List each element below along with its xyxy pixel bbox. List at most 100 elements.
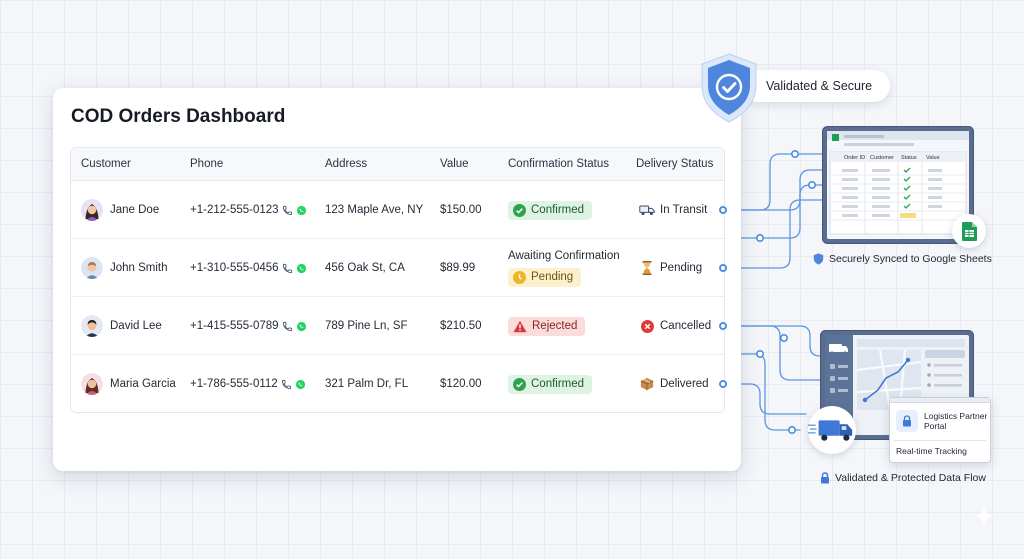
sheet-column-customer: Customer xyxy=(870,155,894,161)
delivery-truck-badge xyxy=(808,406,856,454)
customer-name: John Smith xyxy=(110,262,168,274)
check-circle-icon xyxy=(513,377,526,391)
google-sheets-logo xyxy=(952,214,986,248)
orders-dashboard-card: COD Orders Dashboard Customer Phone Addr… xyxy=(53,88,741,471)
phone-icon[interactable] xyxy=(282,263,293,274)
avatar xyxy=(81,373,103,395)
status-text: Rejected xyxy=(532,320,578,332)
column-header-value[interactable]: Value xyxy=(440,158,469,170)
status-badge[interactable]: Rejected xyxy=(508,316,586,336)
whatsapp-icon[interactable] xyxy=(296,205,307,216)
flow-connector-dot xyxy=(719,206,727,214)
delivery-status-text: Cancelled xyxy=(660,320,712,332)
delivery-cell: Delivered xyxy=(639,355,709,412)
value-cell: $120.00 xyxy=(440,378,482,390)
portal-title: Logistics Partner Portal xyxy=(924,411,988,431)
delivery-status-text: Pending xyxy=(660,262,703,274)
value-cell: $210.50 xyxy=(440,320,482,332)
sheet-column-status: Status xyxy=(901,155,917,161)
delivery-cell: Pending xyxy=(639,239,702,297)
customer-name: Maria Garcia xyxy=(110,378,176,390)
value-cell: $150.00 xyxy=(440,204,482,216)
package-icon xyxy=(639,377,655,391)
customer-name: Jane Doe xyxy=(110,204,160,216)
phone-cell: +1-415-555-0789 xyxy=(190,297,307,355)
delivery-status-text: Delivered xyxy=(660,378,709,390)
value-cell: $89.99 xyxy=(440,262,476,274)
status-badge[interactable]: Confirmed xyxy=(508,200,593,220)
sheet-column-order-id: Order ID xyxy=(844,155,866,161)
page-title: COD Orders Dashboard xyxy=(71,106,286,127)
flow-connector-dot xyxy=(719,380,727,388)
sheet-column-value: Value xyxy=(926,155,940,161)
check-circle-icon xyxy=(513,203,526,217)
sparkle-icon xyxy=(974,506,994,526)
table-row[interactable]: Maria Garcia +1-786-555-0112 321 Palm Dr… xyxy=(71,355,724,412)
status-text: Pending xyxy=(531,271,574,283)
lock-icon xyxy=(821,472,829,484)
customer-cell: Jane Doe xyxy=(81,181,159,239)
whatsapp-icon[interactable] xyxy=(296,263,307,274)
phone-number[interactable]: +1-415-555-0789 xyxy=(190,320,279,332)
phone-number[interactable]: +1-212-555-0123 xyxy=(190,204,279,216)
tracking-label[interactable]: Real-time Tracking xyxy=(896,446,967,456)
validated-secure-badge: Validated & Secure xyxy=(742,70,890,102)
phone-number[interactable]: +1-786-555-0112 xyxy=(190,378,278,390)
flow-connector-dot xyxy=(719,322,727,330)
table-header: Customer Phone Address Value Confirmatio… xyxy=(71,148,724,181)
status-badge[interactable]: Pending xyxy=(508,267,582,287)
x-circle-icon xyxy=(639,319,655,333)
customer-cell: Maria Garcia xyxy=(81,355,176,412)
phone-cell: +1-212-555-0123 xyxy=(190,181,307,239)
confirmation-note: Awaiting Confirmation xyxy=(508,249,620,262)
customer-name: David Lee xyxy=(110,320,162,332)
column-header-address[interactable]: Address xyxy=(325,158,367,170)
data-flow-caption: Validated & Protected Data Flow xyxy=(820,472,986,484)
orders-table: Customer Phone Address Value Confirmatio… xyxy=(70,147,725,413)
column-header-customer[interactable]: Customer xyxy=(81,158,131,170)
column-header-confirmation-status[interactable]: Confirmation Status xyxy=(508,158,609,170)
delivery-status-text: In Transit xyxy=(660,204,708,216)
phone-cell: +1-310-555-0456 xyxy=(190,239,307,297)
avatar xyxy=(81,257,103,279)
status-badge[interactable]: Confirmed xyxy=(508,374,593,394)
whatsapp-icon[interactable] xyxy=(295,379,306,390)
hourglass-icon xyxy=(639,261,655,275)
phone-cell: +1-786-555-0112 xyxy=(190,355,306,412)
shield-icon xyxy=(813,253,824,265)
confirmation-cell: Awaiting Confirmation Pending xyxy=(508,239,620,297)
table-row[interactable]: John Smith +1-310-555-0456 456 Oak St, C… xyxy=(71,239,724,297)
confirmation-cell: Confirmed xyxy=(508,181,593,239)
google-sheets-icon xyxy=(961,221,977,241)
delivery-cell: In Transit xyxy=(639,181,707,239)
flow-connector-dot xyxy=(719,264,727,272)
column-header-phone[interactable]: Phone xyxy=(190,158,223,170)
truck-icon xyxy=(639,203,655,217)
delivery-cell: Cancelled xyxy=(639,297,711,355)
phone-icon[interactable] xyxy=(281,379,292,390)
address-cell: 321 Palm Dr, FL xyxy=(325,378,409,390)
google-sheets-monitor: Order ID Customer Status Value xyxy=(822,126,974,244)
status-text: Confirmed xyxy=(531,204,585,216)
customer-cell: John Smith xyxy=(81,239,168,297)
phone-icon[interactable] xyxy=(282,321,293,332)
table-row[interactable]: Jane Doe +1-212-555-0123 123 Maple Ave, … xyxy=(71,181,724,239)
sheets-sync-caption: Securely Synced to Google Sheets xyxy=(813,253,992,265)
address-cell: 123 Maple Ave, NY xyxy=(325,204,424,216)
table-row[interactable]: David Lee +1-415-555-0789 789 Pine Ln, S… xyxy=(71,297,724,355)
phone-icon[interactable] xyxy=(282,205,293,216)
divider xyxy=(894,440,986,441)
warning-icon xyxy=(513,320,527,332)
address-cell: 789 Pine Ln, SF xyxy=(325,320,408,332)
clock-icon xyxy=(513,270,526,284)
window-title-bar xyxy=(890,398,990,403)
phone-number[interactable]: +1-310-555-0456 xyxy=(190,262,279,274)
shield-check-icon xyxy=(701,53,757,123)
logistics-partner-portal-window[interactable]: Logistics Partner Portal Real-time Track… xyxy=(889,397,991,463)
validated-secure-label: Validated & Secure xyxy=(766,79,873,93)
status-text: Confirmed xyxy=(531,378,585,390)
whatsapp-icon[interactable] xyxy=(296,321,307,332)
avatar xyxy=(81,199,103,221)
column-header-delivery-status[interactable]: Delivery Status xyxy=(636,158,713,170)
address-cell: 456 Oak St, CA xyxy=(325,262,405,274)
